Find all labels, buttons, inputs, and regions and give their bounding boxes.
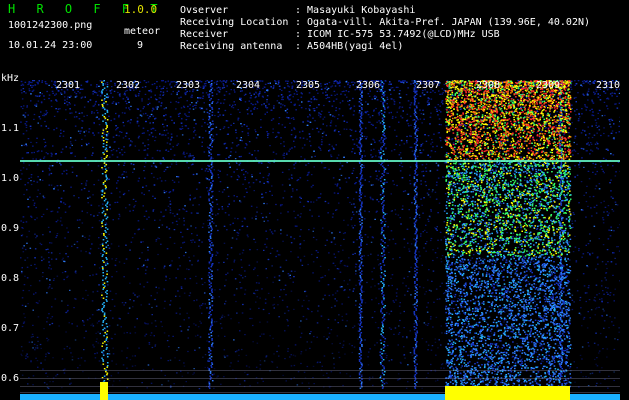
meteor-count: 9 — [137, 40, 144, 51]
y-tick-1-0: 1.0 — [1, 173, 20, 184]
receiver-row: Receiver : ICOM IC-575 53.7492(@LCD)MHz … — [180, 29, 590, 41]
spectrogram-canvas — [20, 80, 620, 400]
x-tick-2308: 2308 — [476, 80, 501, 91]
date-time: 10.01.24 23:00 — [8, 40, 93, 51]
location-value: : Ogata-vill. Akita-Pref. JAPAN (139.96E… — [295, 17, 591, 28]
station-info: Ovserver : Masayuki Kobayashi Receiving … — [180, 5, 590, 53]
app-version: 1.0.0 — [124, 3, 158, 16]
observer-label: Ovserver — [180, 5, 229, 16]
file-name: 1001242300.png — [8, 20, 93, 31]
x-tick-2310: 2310 — [596, 80, 621, 91]
antenna-value: : A504HB(yagi 4el) — [295, 41, 404, 52]
receiver-value: : ICOM IC-575 53.7492(@LCD)MHz USB — [295, 29, 500, 40]
x-tick-2303: 2303 — [176, 80, 201, 91]
x-tick-2301: 2301 — [56, 80, 81, 91]
y-tick-0-8: 0.8 — [1, 273, 20, 284]
x-tick-2309: 2309 — [536, 80, 561, 91]
y-tick-0-6: 0.6 — [1, 373, 20, 384]
location-row: Receiving Location : Ogata-vill. Akita-P… — [180, 17, 590, 29]
antenna-row: Receiving antenna : A504HB(yagi 4el) — [180, 41, 590, 53]
y-tick-0-9: 0.9 — [1, 223, 20, 234]
spectrogram — [20, 80, 620, 400]
y-tick-0-7: 0.7 — [1, 323, 20, 334]
x-tick-2307: 2307 — [416, 80, 441, 91]
antenna-label: Receiving antenna — [180, 41, 283, 52]
observer-row: Ovserver : Masayuki Kobayashi — [180, 5, 590, 17]
location-label: Receiving Location — [180, 17, 289, 28]
y-tick-1-1: 1.1 — [1, 123, 20, 134]
receiver-label: Receiver — [180, 29, 229, 40]
x-tick-2304: 2304 — [236, 80, 261, 91]
observer-value: : Masayuki Kobayashi — [295, 5, 416, 16]
meteor-label: meteor — [124, 26, 161, 37]
x-tick-2306: 2306 — [356, 80, 381, 91]
x-tick-2305: 2305 — [296, 80, 321, 91]
x-tick-2302: 2302 — [116, 80, 141, 91]
frequency-unit-label: kHz — [1, 73, 20, 84]
